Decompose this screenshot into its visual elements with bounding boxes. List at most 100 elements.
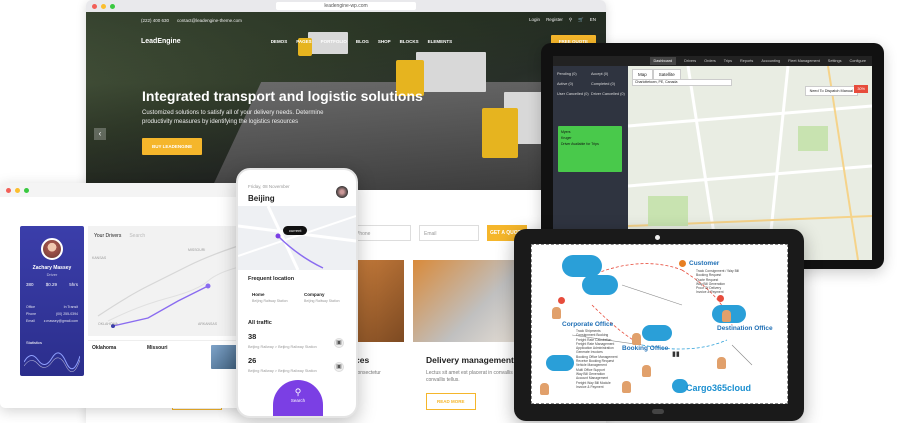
driver-dashboard-window: Zachary Massey Driver 380 $0.29 5hrs Off… — [0, 183, 245, 408]
menu-item-blocks[interactable]: BLOCKS — [400, 39, 419, 44]
map-label-missouri: MISSOURI — [188, 248, 206, 252]
read-more-button[interactable]: READ MORE — [426, 393, 476, 410]
phone-map-svg — [238, 205, 356, 271]
nav-reports[interactable]: Reports — [740, 59, 753, 63]
feature-item: Invoice & Payment — [696, 290, 724, 295]
address-input[interactable]: Charlottetown, PE, Canada — [632, 79, 732, 86]
nav-dashboard[interactable]: Dashboard — [649, 57, 677, 65]
booking-office-label: Booking Office — [622, 345, 669, 352]
dashboard-cards-strip: Oklahoma Missouri — [88, 340, 245, 376]
trip-card-oklahoma[interactable]: Oklahoma — [88, 341, 138, 373]
driver-route-map[interactable]: KANSAS MISSOURI OKLAHOMA ARKANSAS — [88, 226, 245, 336]
location-pin-icon — [558, 297, 565, 304]
driver-available-note: Driver Available for Trips — [561, 142, 599, 146]
driver-search-input[interactable]: Search — [129, 233, 145, 239]
minimize-window-icon[interactable] — [101, 3, 106, 9]
available-drivers-panel[interactable]: Myers Kruger Driver Available for Trips — [558, 126, 622, 172]
search-label: Search — [290, 398, 306, 403]
status-pending[interactable]: Pending (0) — [557, 72, 577, 76]
frequent-location-heading: Frequent location — [248, 276, 295, 282]
status-completed[interactable]: Completed (0) — [591, 82, 615, 86]
cart-icon[interactable]: 🛒 — [578, 17, 584, 23]
delivery-card-title: Delivery management — [426, 355, 514, 365]
nav-configure[interactable]: Configure — [850, 59, 866, 63]
person-icon — [632, 333, 641, 345]
driver-role: Driver — [46, 272, 58, 277]
contact-phone: (222) 400 630 — [141, 17, 170, 23]
maximize-window-icon[interactable] — [110, 3, 115, 9]
register-link[interactable]: Register — [546, 17, 563, 23]
nav-drivers[interactable]: Drivers — [684, 59, 696, 63]
corporate-features: Track Shipments Consignment Booking Frei… — [576, 329, 618, 389]
contact-email[interactable]: contact@leadengine-theme.com — [177, 18, 242, 23]
nav-settings[interactable]: Settings — [828, 59, 842, 63]
dispatch-topnav: Dashboard Drivers Orders Trips Reports A… — [553, 56, 872, 66]
map-label-arkansas: ARKANSAS — [198, 322, 218, 326]
phone-city: Beijing — [248, 194, 275, 203]
hero-title: Integrated transport and logistic soluti… — [142, 88, 423, 104]
phone-user-avatar[interactable] — [336, 186, 348, 198]
nav-trips[interactable]: Trips — [724, 59, 732, 63]
corporate-office-label: Corporate Office — [562, 321, 614, 328]
phone-map[interactable] — [238, 205, 356, 271]
site-logo[interactable]: LeadEngine — [141, 38, 181, 45]
tablet-home-button[interactable] — [652, 409, 664, 414]
location-company[interactable]: Company — [304, 292, 325, 297]
nav-fleet[interactable]: Fleet Management — [788, 59, 820, 63]
search-icon: ⚲ — [294, 387, 302, 397]
location-company-sub: Beijing Railway Station — [304, 299, 340, 303]
map-label-oklahoma: OKLAHOMA — [98, 322, 118, 326]
status-active[interactable]: Active (0) — [557, 82, 573, 86]
warehouse-image — [356, 260, 404, 342]
tab-your-drivers[interactable]: Your Drivers — [94, 233, 121, 239]
cloud-icon — [546, 355, 574, 371]
minimize-window-icon[interactable] — [15, 187, 20, 193]
phone-field[interactable]: Phone — [351, 225, 411, 241]
maximize-window-icon[interactable] — [24, 187, 29, 193]
bus-icon[interactable]: ▣ — [334, 338, 344, 348]
slider-prev-arrow-icon[interactable]: ‹ — [94, 128, 106, 140]
person-icon — [642, 365, 651, 377]
trip-card-missouri[interactable]: Missouri — [143, 341, 193, 373]
address-bar[interactable]: leadengine-wp.com — [276, 2, 416, 10]
customer-label: Customer — [689, 260, 720, 267]
bus-icon[interactable]: ▣ — [334, 362, 344, 372]
location-pin-icon — [679, 260, 686, 267]
close-window-icon[interactable] — [92, 3, 97, 9]
search-icon[interactable]: ⚲ — [569, 17, 572, 23]
nav-accounting[interactable]: Accounting — [761, 59, 780, 63]
browser-chrome: leadengine-wp.com — [86, 0, 606, 12]
status-accept[interactable]: Accept (0) — [591, 72, 608, 76]
traffic-count-2: 26 — [248, 356, 257, 365]
cargo-tablet-mockup: ▮▮ Customer Corporate Office Destination… — [514, 229, 804, 421]
language-switcher[interactable]: EN — [590, 17, 596, 23]
person-icon — [622, 381, 631, 393]
stat-time: 5hrs — [69, 282, 78, 287]
current-location-badge: current — [283, 226, 308, 235]
email-field[interactable]: Email — [419, 225, 479, 241]
person-icon — [552, 307, 561, 319]
menu-item-pages[interactable]: PAGES — [296, 39, 311, 44]
all-traffic-heading: All traffic — [248, 320, 272, 326]
status-driver-cancelled[interactable]: Driver Cancelled (0) — [591, 92, 625, 96]
location-home[interactable]: Home — [252, 292, 265, 297]
delivery-image — [413, 260, 523, 342]
status-user-cancelled[interactable]: User Cancelled (0) — [557, 92, 591, 96]
phone-search-button[interactable]: ⚲ Search — [273, 380, 323, 416]
menu-item-shop[interactable]: SHOP — [378, 39, 391, 44]
login-link[interactable]: Login — [529, 17, 540, 23]
driver-name: Zachary Massey — [32, 265, 72, 271]
truck-icon: ▮▮ — [672, 351, 680, 358]
phone-app-mockup: Friday, 08 November Beijing current Freq… — [236, 168, 358, 418]
traffic-route-1: Beijing Railway > Beijing Railway Statio… — [248, 345, 317, 349]
menu-item-portfolio[interactable]: PORTFOLIO — [321, 39, 347, 44]
info-label: Email — [26, 319, 35, 323]
nav-orders[interactable]: Orders — [704, 59, 716, 63]
close-window-icon[interactable] — [6, 187, 11, 193]
info-label: Phone — [26, 312, 37, 316]
buy-leadengine-button[interactable]: BUY LEADENGINE — [142, 138, 203, 155]
dispatch-percent-badge: 30% — [854, 85, 868, 93]
menu-item-elements[interactable]: ELEMENTS — [428, 39, 453, 44]
menu-item-demos[interactable]: DEMOS — [271, 39, 288, 44]
menu-item-blog[interactable]: BLOG — [356, 39, 369, 44]
